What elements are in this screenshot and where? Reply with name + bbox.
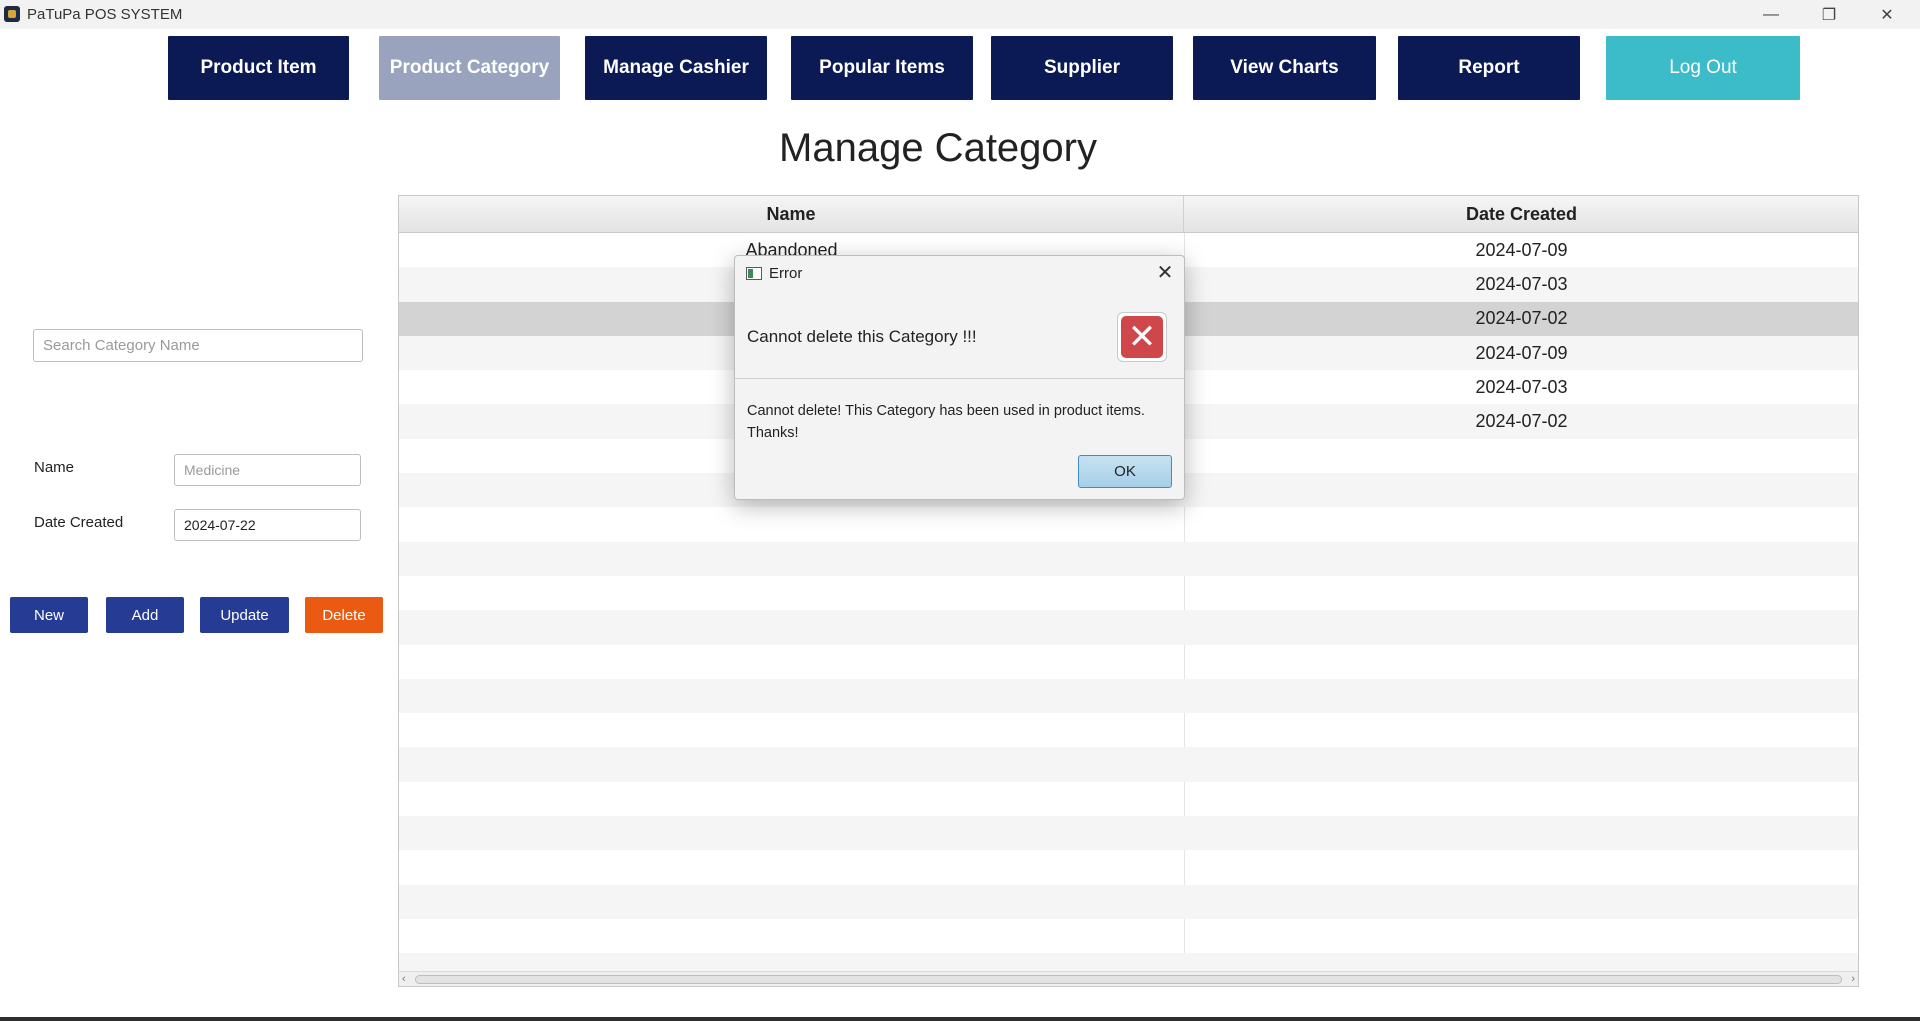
table-row[interactable] xyxy=(399,782,1858,816)
table-row[interactable] xyxy=(399,884,1858,919)
nav-manage-cashier-button[interactable]: Manage Cashier xyxy=(585,36,767,100)
cell-date-created: 2024-07-03 xyxy=(1475,273,1568,294)
search-category-input[interactable] xyxy=(33,329,363,362)
nav-supplier-button[interactable]: Supplier xyxy=(991,36,1173,100)
minimize-button[interactable]: — xyxy=(1748,0,1794,29)
table-header: Name Date Created xyxy=(399,196,1858,233)
log-out-button[interactable]: Log Out xyxy=(1606,36,1800,100)
scroll-right-icon[interactable]: › xyxy=(1851,972,1855,986)
ok-button[interactable]: OK xyxy=(1078,455,1172,488)
window-close-button[interactable]: ✕ xyxy=(1864,0,1910,29)
nav-report-button[interactable]: Report xyxy=(1398,36,1580,100)
new-button[interactable]: New xyxy=(10,597,88,633)
nav-product-item-button[interactable]: Product Item xyxy=(168,36,349,100)
error-dialog: Error ✕ Cannot delete this Category !!! … xyxy=(734,255,1185,500)
dialog-header-text: Cannot delete this Category !!! xyxy=(747,327,977,346)
table-row[interactable] xyxy=(399,610,1858,645)
bottom-border xyxy=(0,1017,1920,1021)
maximize-button[interactable]: ❐ xyxy=(1806,0,1852,29)
column-header-date-created[interactable]: Date Created xyxy=(1185,196,1858,233)
table-row[interactable] xyxy=(399,507,1858,541)
column-header-name[interactable]: Name xyxy=(399,196,1184,233)
table-row[interactable] xyxy=(399,678,1858,714)
name-label: Name xyxy=(34,459,75,476)
dialog-message: Cannot delete! This Category has been us… xyxy=(747,403,1145,419)
add-button[interactable]: Add xyxy=(106,597,184,633)
error-icon: ✕ xyxy=(1117,312,1167,362)
cell-date-created: 2024-07-09 xyxy=(1475,342,1568,363)
app-window: PaTuPa POS SYSTEM — ❐ ✕ Product Item Pro… xyxy=(0,0,1920,1021)
app-logo-icon xyxy=(4,6,20,22)
scrollbar-thumb[interactable] xyxy=(415,975,1842,984)
dialog-title: Error xyxy=(769,265,803,282)
dialog-window-icon xyxy=(746,267,762,280)
table-row[interactable] xyxy=(399,850,1858,884)
cell-date-created: 2024-07-02 xyxy=(1475,308,1568,329)
cell-date-created: 2024-07-02 xyxy=(1475,411,1568,432)
nav-product-category-button[interactable]: Product Category xyxy=(379,36,560,100)
delete-button[interactable]: Delete xyxy=(305,597,383,633)
page-title: Manage Category xyxy=(779,126,1097,170)
scroll-left-icon[interactable]: ‹ xyxy=(402,972,406,986)
table-row[interactable] xyxy=(399,816,1858,851)
table-row[interactable] xyxy=(399,576,1858,610)
name-field[interactable] xyxy=(174,454,361,486)
table-row[interactable] xyxy=(399,645,1858,679)
cell-date-created: 2024-07-09 xyxy=(1475,239,1568,260)
date-created-label: Date Created xyxy=(34,514,124,531)
table-row[interactable] xyxy=(399,747,1858,782)
dialog-content: Cannot delete! This Category has been us… xyxy=(747,400,1167,444)
cell-date-created: 2024-07-03 xyxy=(1475,376,1568,397)
table-row[interactable] xyxy=(399,541,1858,576)
dialog-separator xyxy=(735,378,1184,379)
horizontal-scrollbar[interactable]: ‹ › xyxy=(399,971,1858,986)
table-row[interactable] xyxy=(399,919,1858,953)
update-button[interactable]: Update xyxy=(200,597,289,633)
nav-popular-items-button[interactable]: Popular Items xyxy=(791,36,973,100)
window-title: PaTuPa POS SYSTEM xyxy=(27,6,183,23)
dialog-thanks: Thanks! xyxy=(747,425,799,441)
date-created-field[interactable] xyxy=(174,509,361,541)
nav-view-charts-button[interactable]: View Charts xyxy=(1193,36,1376,100)
error-x-icon: ✕ xyxy=(1121,316,1163,358)
title-bar: PaTuPa POS SYSTEM — ❐ ✕ xyxy=(0,0,1920,29)
table-row[interactable] xyxy=(399,713,1858,747)
dialog-close-icon[interactable]: ✕ xyxy=(1153,262,1177,284)
